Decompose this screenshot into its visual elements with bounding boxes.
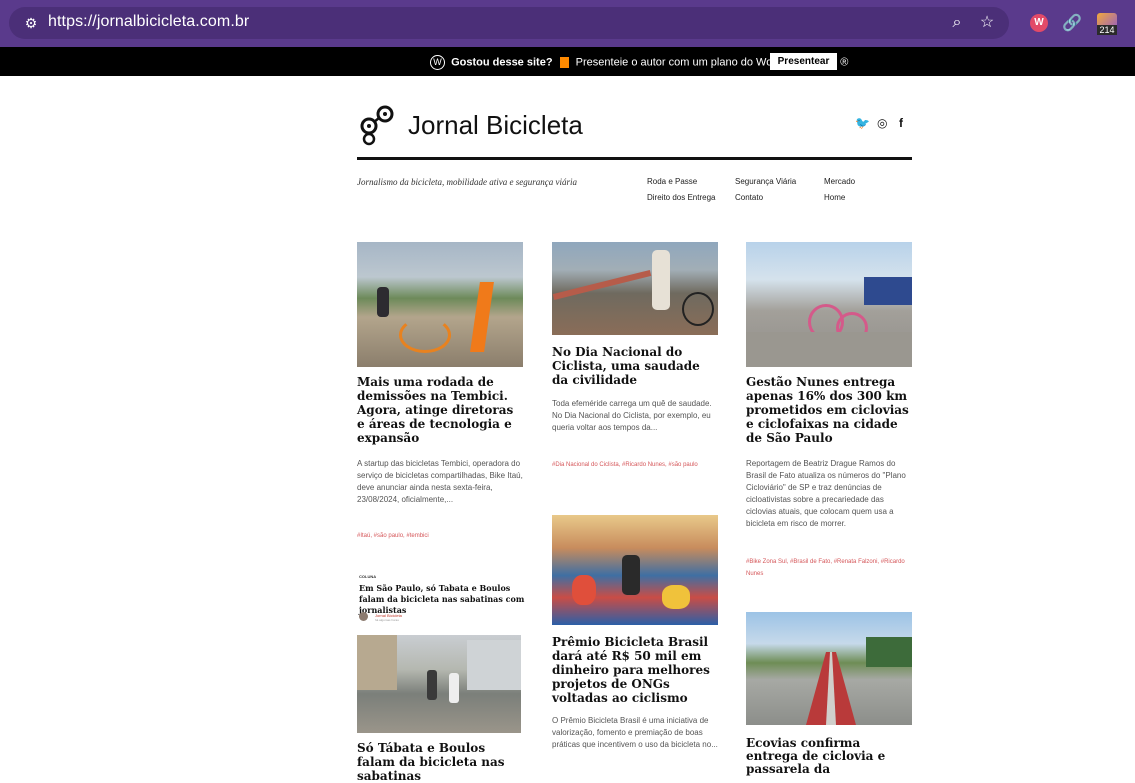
post-tags-tembici[interactable]: #Itaú, #são paulo, #tembici <box>357 530 523 542</box>
header-divider <box>357 157 912 160</box>
post-image-tembici[interactable] <box>357 242 523 367</box>
site-tagline: Jornalismo da bicicleta, mobilidade ativ… <box>357 177 577 187</box>
nav-item-home[interactable]: Home <box>824 193 845 202</box>
zoom-icon[interactable]: ⌕ <box>946 12 968 34</box>
gift-icon <box>559 57 569 68</box>
promo-question: Gostou desse site? <box>451 56 553 69</box>
extension-badge-icon[interactable]: 214 <box>1097 13 1117 35</box>
bookmark-star-icon[interactable]: ☆ <box>976 12 998 34</box>
post-title-gestao-nunes[interactable]: Gestão Nunes entrega apenas 16% dos 300 … <box>746 375 912 445</box>
post-title-premio[interactable]: Prêmio Bicicleta Brasil dará até R$ 50 m… <box>552 635 718 705</box>
info-icon[interactable]: ® <box>840 56 848 68</box>
nav-item-roda-e-passe[interactable]: Roda e Passe <box>647 177 697 186</box>
nav-item-contato[interactable]: Contato <box>735 193 763 202</box>
post-excerpt-gestao-nunes: Reportagem de Beatriz Drague Ramos do Br… <box>746 459 906 528</box>
post-image-gestao-nunes[interactable] <box>746 242 912 367</box>
wordpress-logo-icon: W <box>430 55 445 70</box>
site-logo-icon[interactable] <box>357 104 395 146</box>
post-image-ecovias[interactable] <box>746 612 912 725</box>
extension-link-icon[interactable]: 🔗 <box>1062 13 1082 33</box>
twitter-icon[interactable]: 🐦 <box>855 116 870 130</box>
post-image-dia-do-ciclista[interactable] <box>552 242 718 335</box>
post-title-tembici[interactable]: Mais uma rodada de demissões na Tembici.… <box>357 375 523 445</box>
url-text[interactable]: https://jornalbicicleta.com.br <box>48 13 249 31</box>
instagram-icon[interactable]: ◎ <box>877 116 887 130</box>
wordpress-promo-bar: W Gostou desse site? Presenteie o autor … <box>0 47 1135 76</box>
post-excerpt-premio: O Prêmio Bicicleta Brasil é uma iniciati… <box>552 716 718 749</box>
post-excerpt-tembici: A startup das bicicletas Tembici, operad… <box>357 459 523 504</box>
extension-badge-count: 214 <box>1097 25 1117 35</box>
present-button[interactable]: Presentear <box>770 53 837 70</box>
post-author-sub: há algumas horas <box>375 618 399 622</box>
post-tags-gestao-nunes[interactable]: #Bike Zona Sul, #Brasil de Fato, #Renata… <box>746 556 912 580</box>
nav-item-seguranca-viaria[interactable]: Segurança Viária <box>735 177 796 186</box>
nav-item-direito-dos-entrega[interactable]: Direito dos Entrega <box>647 193 715 202</box>
site-settings-icon[interactable]: ⚙ <box>22 14 40 32</box>
post-excerpt-dia-do-ciclista: Toda efeméride carrega um quê de saudade… <box>552 399 712 432</box>
post-title-dia-do-ciclista[interactable]: No Dia Nacional do Ciclista, uma saudade… <box>552 345 718 387</box>
nav-item-mercado[interactable]: Mercado <box>824 177 855 186</box>
post-image-sabatinas[interactable] <box>357 635 521 733</box>
post-kicker: COLUNA <box>359 574 377 579</box>
facebook-icon[interactable]: f <box>899 116 903 130</box>
post-title-ecovias[interactable]: Ecovias confirma entrega de ciclovia e p… <box>746 737 912 776</box>
post-tags-dia-do-ciclista[interactable]: #Dia Nacional do Ciclista, #Ricardo Nune… <box>552 459 702 471</box>
avatar <box>359 612 368 621</box>
post-title-sabatinas[interactable]: Em São Paulo, só Tabata e Boulos falam d… <box>359 583 525 616</box>
post-title-tabata-boulos[interactable]: Só Tábata e Boulos falam da bicicleta na… <box>357 741 523 783</box>
site-title[interactable]: Jornal Bicicleta <box>408 110 583 141</box>
browser-toolbar: ⚙ https://jornalbicicleta.com.br ⌕ ☆ W 🔗… <box>0 0 1135 47</box>
post-image-premio[interactable] <box>552 515 718 625</box>
extension-w-icon[interactable]: W <box>1030 14 1048 32</box>
